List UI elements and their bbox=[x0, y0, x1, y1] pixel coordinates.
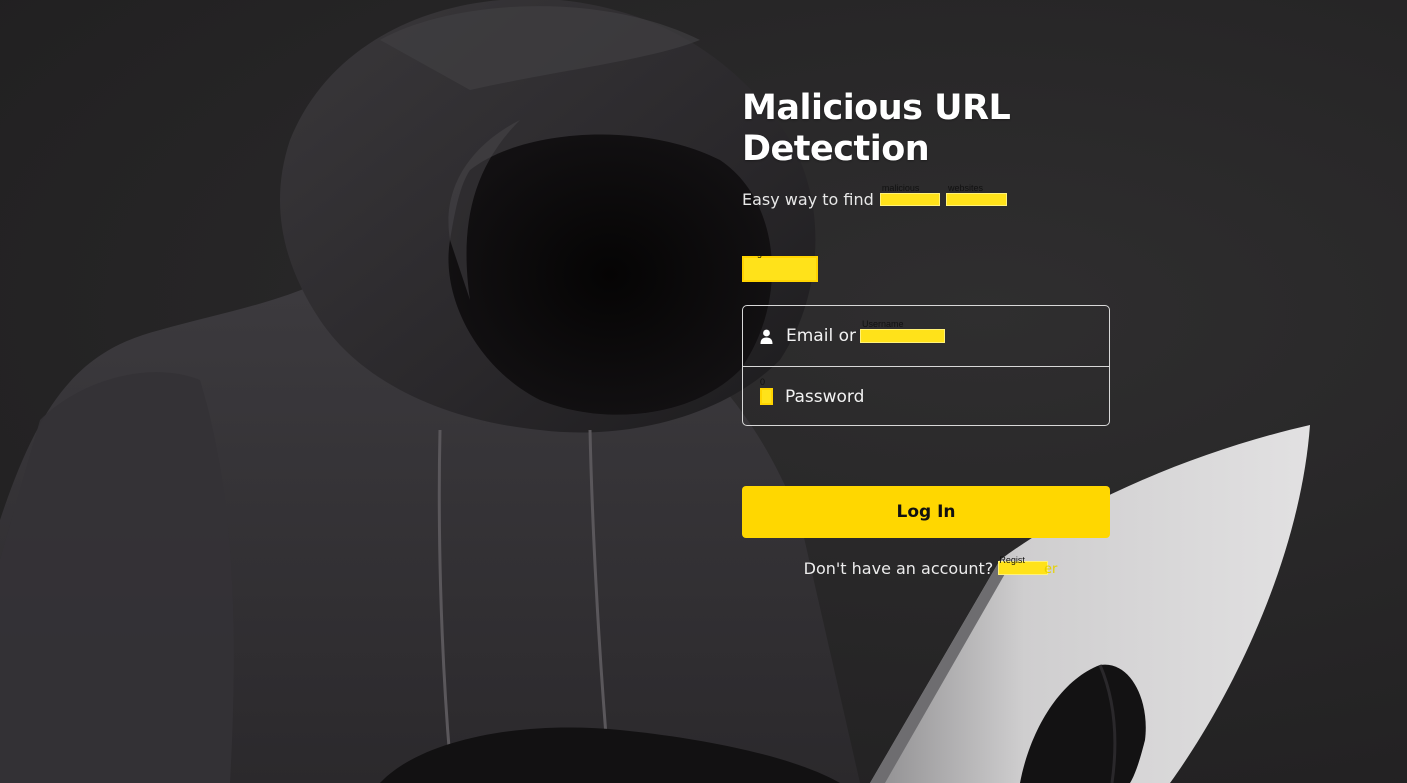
lock-icon: 0 bbox=[760, 377, 773, 405]
email-field[interactable]: Email or Username bbox=[743, 306, 1109, 366]
register-link[interactable]: Regist er bbox=[998, 555, 1057, 577]
login-panel: Malicious URL Detection Easy way to find… bbox=[742, 88, 1110, 578]
signup-prompt: Don't have an account? bbox=[803, 559, 994, 578]
tagline-tag-malicious: malicious bbox=[881, 183, 920, 193]
login-section-tag: og bbox=[752, 248, 763, 258]
lock-icon-tag: 0 bbox=[760, 377, 766, 387]
login-section-highlight: og bbox=[742, 248, 818, 282]
page-title-line2: Detection bbox=[742, 129, 930, 169]
lock-icon-highlight: 0 bbox=[760, 377, 773, 405]
signup-row: Don't have an account? Regist er bbox=[742, 555, 1110, 579]
hacker-background-image bbox=[0, 0, 1310, 783]
login-button[interactable]: Log In bbox=[742, 486, 1110, 538]
email-placeholder-prefix: Email or bbox=[786, 326, 856, 346]
tagline-prefix: Easy way to find bbox=[742, 190, 874, 209]
tagline-highlight-websites: websites bbox=[945, 183, 1007, 206]
password-field[interactable]: 0 Password bbox=[743, 366, 1109, 426]
user-icon bbox=[760, 328, 773, 344]
register-link-tag: Regist bbox=[999, 555, 1025, 565]
email-placeholder-tag: Username bbox=[861, 319, 904, 329]
login-page: Malicious URL Detection Easy way to find… bbox=[0, 0, 1407, 783]
register-link-tail: er bbox=[1044, 562, 1058, 577]
password-placeholder: Password bbox=[785, 386, 865, 407]
credentials-fieldset: Email or Username 0 Password bbox=[742, 305, 1110, 426]
page-title: Malicious URL Detection bbox=[742, 88, 1110, 170]
email-placeholder-highlight: Username bbox=[859, 319, 945, 343]
tagline-tag-websites: websites bbox=[947, 183, 983, 193]
email-placeholder: Email or Username bbox=[786, 319, 945, 346]
tagline-highlight-malicious: malicious bbox=[879, 183, 940, 206]
page-title-line1: Malicious URL bbox=[742, 88, 1011, 128]
tagline: Easy way to find malicious websites bbox=[742, 183, 1110, 211]
